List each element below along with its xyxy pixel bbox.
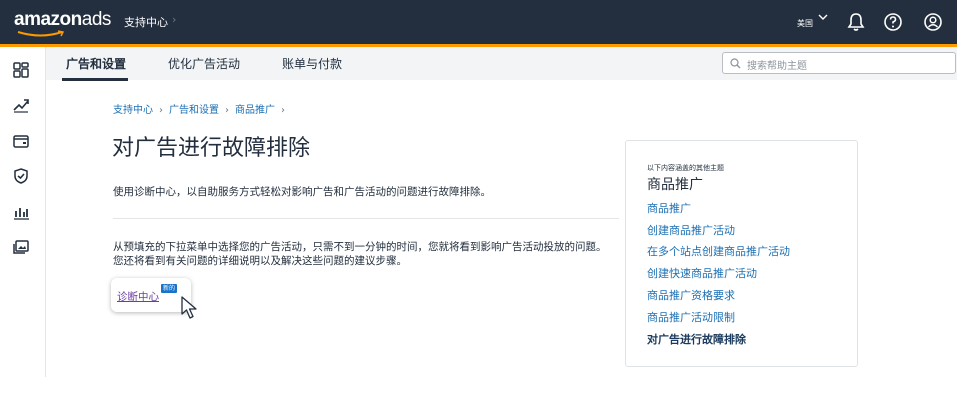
bar-chart-icon[interactable] bbox=[12, 203, 30, 221]
help-icon[interactable] bbox=[881, 10, 905, 34]
trend-icon[interactable] bbox=[12, 96, 30, 114]
topic-link-sponsored-products[interactable]: 商品推广 bbox=[647, 200, 691, 216]
new-badge: 新的 bbox=[161, 284, 178, 293]
tab-ads-and-settings[interactable]: 广告和设置 bbox=[66, 55, 126, 72]
user-icon[interactable] bbox=[921, 10, 945, 34]
region-selector[interactable]: 美国 bbox=[797, 18, 813, 29]
topic-link-multi-marketplace[interactable]: 在多个站点创建商品推广活动 bbox=[647, 243, 790, 259]
logo-light-text: ads bbox=[81, 9, 112, 30]
topic-link-campaign-limits[interactable]: 商品推广活动限制 bbox=[647, 309, 735, 325]
pointer-cursor-icon bbox=[181, 296, 197, 319]
tab-billing-and-payments[interactable]: 账单与付款 bbox=[282, 55, 342, 72]
related-topics-panel: 以下内容涵盖的其他主题 商品推广 商品推广 创建商品推广活动 在多个站点创建商品… bbox=[625, 140, 858, 367]
topic-link-create-campaign[interactable]: 创建商品推广活动 bbox=[647, 222, 735, 238]
diagnostics-center-link[interactable]: 诊断中心 bbox=[117, 289, 159, 304]
body-text: 从预填充的下拉菜单中选择您的广告活动，只需不到一分钟的时间，您就将看到影响广告活… bbox=[113, 241, 607, 267]
dashboard-icon[interactable] bbox=[12, 61, 30, 79]
top-navigation-bar: amazonads 支持中心 › 美国 bbox=[0, 0, 957, 44]
topic-link-troubleshoot-ads[interactable]: 对广告进行故障排除 bbox=[647, 331, 746, 347]
breadcrumb-separator-icon: › bbox=[159, 105, 163, 116]
related-topics-heading: 商品推广 bbox=[647, 177, 703, 193]
page-title: 对广告进行故障排除 bbox=[112, 136, 311, 161]
logo-smile-icon bbox=[17, 30, 65, 37]
wallet-icon[interactable] bbox=[12, 132, 30, 150]
amazon-ads-logo[interactable]: amazonads bbox=[14, 9, 111, 37]
breadcrumb-item-sponsored-products[interactable]: 商品推广 bbox=[235, 101, 275, 116]
bell-icon[interactable] bbox=[844, 10, 868, 34]
intro-text: 使用诊断中心，以自助服务方式轻松对影响广告和广告活动的问题进行故障排除。 bbox=[113, 186, 491, 198]
gallery-icon[interactable] bbox=[12, 238, 30, 256]
tab-optimize-campaigns[interactable]: 优化广告活动 bbox=[168, 55, 240, 72]
divider bbox=[113, 218, 619, 219]
search-icon bbox=[730, 58, 741, 69]
active-tab-underline bbox=[62, 78, 128, 81]
related-topics-label: 以下内容涵盖的其他主题 bbox=[647, 164, 724, 172]
diagnostics-card[interactable]: 诊断中心 新的 bbox=[111, 278, 191, 312]
breadcrumb-separator-icon: › bbox=[281, 105, 285, 116]
shield-icon[interactable] bbox=[12, 167, 30, 185]
breadcrumb-item-ads-and-settings[interactable]: 广告和设置 bbox=[169, 101, 219, 116]
breadcrumb-separator-icon: › bbox=[225, 105, 229, 116]
search-input[interactable]: 搜索帮助主题 bbox=[722, 52, 956, 74]
chevron-down-icon[interactable] bbox=[818, 12, 828, 22]
search-placeholder: 搜索帮助主题 bbox=[747, 61, 807, 72]
breadcrumb-item-support-center[interactable]: 支持中心 bbox=[113, 101, 153, 116]
logo-bold-text: amazon bbox=[14, 9, 82, 30]
topic-link-eligibility[interactable]: 商品推广资格要求 bbox=[647, 287, 735, 303]
topic-link-quick-campaign[interactable]: 创建快速商品推广活动 bbox=[647, 265, 757, 281]
left-rail bbox=[0, 47, 46, 377]
breadcrumb: 支持中心 › 广告和设置 › 商品推广 › bbox=[113, 101, 291, 116]
support-center-link[interactable]: 支持中心 bbox=[124, 14, 168, 30]
breadcrumb-chevron-icon: › bbox=[172, 13, 177, 26]
